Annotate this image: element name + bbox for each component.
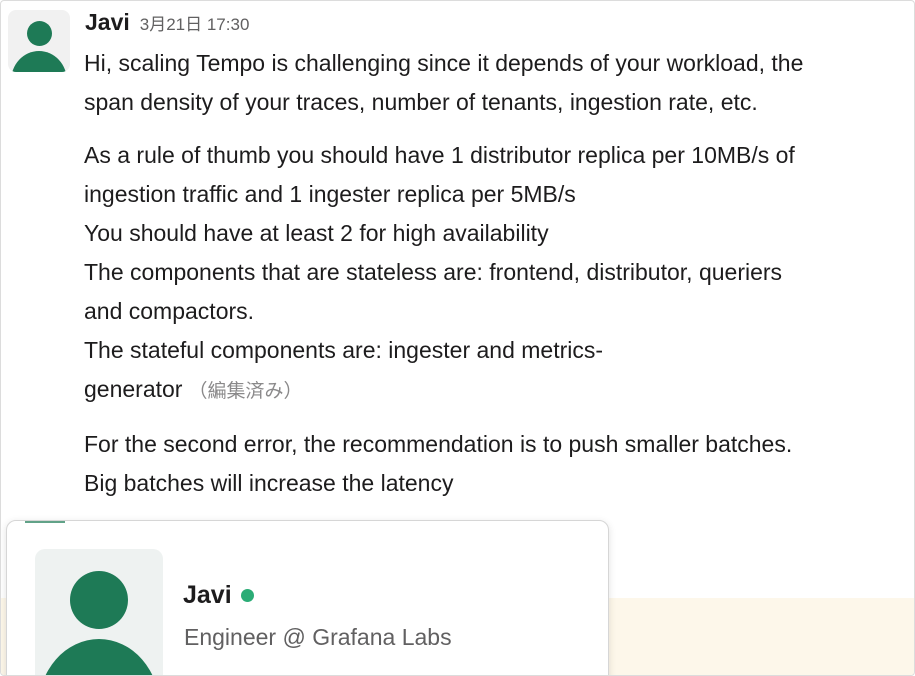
message-line: You should have at least 2 for high avai…	[84, 220, 549, 246]
message-paragraph-3: For the second error, the recommendation…	[84, 425, 910, 503]
profile-title: Engineer @ Grafana Labs	[184, 624, 452, 650]
message-header: Javi 3月21日 17:30	[85, 9, 249, 39]
message-line: Big batches will increase the latency	[84, 470, 454, 496]
sender-avatar[interactable]	[8, 10, 70, 72]
message-timestamp[interactable]: 3月21日 17:30	[140, 10, 250, 35]
person-icon-body	[11, 51, 67, 72]
person-icon-body	[38, 639, 160, 675]
card-accent	[25, 521, 65, 523]
profile-hover-card: Javi Engineer @ Grafana Labs	[6, 520, 609, 675]
profile-name[interactable]: Javi	[183, 581, 232, 610]
message-line-text: generator	[84, 376, 183, 402]
message-body: Hi, scaling Tempo is challenging since i…	[84, 44, 910, 517]
person-icon-head	[70, 571, 128, 629]
sender-name[interactable]: Javi	[85, 9, 130, 36]
profile-avatar[interactable]	[35, 549, 163, 675]
message-pane: Javi 3月21日 17:30 Hi, scaling Tempo is ch…	[0, 0, 915, 676]
message-paragraph-1: Hi, scaling Tempo is challenging since i…	[84, 44, 910, 122]
profile-name-row: Javi	[183, 581, 254, 610]
message-line: The components that are stateless are: f…	[84, 259, 783, 285]
message-line-last: generator （編集済み）	[84, 370, 910, 411]
online-status-icon	[240, 589, 254, 602]
message-line: Hi, scaling Tempo is challenging since i…	[84, 50, 804, 76]
message-line: ingestion traffic and 1 ingester replica…	[84, 181, 576, 207]
message-paragraph-2: As a rule of thumb you should have 1 dis…	[84, 136, 910, 411]
message-line: The stateful components are: ingester an…	[84, 337, 604, 363]
message-line: For the second error, the recommendation…	[84, 431, 793, 457]
message-line: As a rule of thumb you should have 1 dis…	[84, 142, 795, 168]
message-line: and compactors.	[84, 298, 255, 324]
message-line: span density of your traces, number of t…	[84, 89, 758, 115]
edited-label: （編集済み）	[188, 381, 303, 402]
person-icon-head	[27, 21, 52, 46]
